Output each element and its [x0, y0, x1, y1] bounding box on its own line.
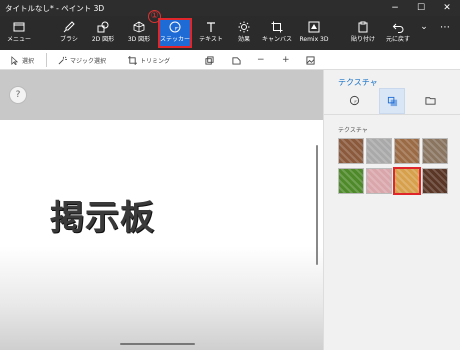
drawing-canvas[interactable]	[0, 120, 323, 350]
undo-button[interactable]: 元に戻す	[384, 18, 412, 48]
help-button[interactable]: ?	[9, 86, 27, 104]
ribbon-expand-icon[interactable]: ⌄	[419, 22, 429, 52]
sticker-button[interactable]: ステッカー	[158, 18, 192, 48]
view-toggle-button[interactable]	[232, 54, 241, 66]
remix-icon	[298, 21, 330, 35]
panel-title: テクスチャ	[338, 78, 378, 87]
shapes-2d-label: 2D 図形	[91, 36, 115, 43]
toolbar-divider	[46, 53, 47, 67]
more-options-icon[interactable]: ⋯	[436, 22, 454, 52]
shapes-3d-label: 3D 図形	[127, 36, 151, 43]
sticker-label: ステッカー	[160, 36, 191, 43]
view-icon	[232, 56, 241, 65]
texture-pebbles[interactable]	[422, 138, 448, 164]
texture-gravel[interactable]	[366, 138, 392, 164]
window-title: タイトルなし* - ペイント 3D	[5, 4, 105, 13]
marker-1: ①	[148, 10, 161, 23]
menu-label: メニュー	[6, 36, 31, 43]
select-label: 選択	[22, 57, 35, 65]
magic-select-icon	[58, 56, 67, 64]
title-bar: タイトルなし* - ペイント 3D − ☐ ✕	[0, 0, 460, 16]
tab-texture[interactable]	[379, 88, 405, 114]
effects-label: 効果	[237, 36, 250, 43]
sticker-panel: テクスチャ テクスチャ	[323, 70, 460, 350]
canvas-label: キャンバス	[262, 36, 293, 43]
history-icon	[205, 55, 214, 65]
toolbar: 選択 マジック選択 トリミング − +	[0, 50, 460, 70]
texture-dark-wood[interactable]	[422, 168, 448, 194]
canvas-area[interactable]: ? 掲示板	[0, 70, 323, 350]
close-button[interactable]: ✕	[434, 0, 460, 16]
shapes-2d-button[interactable]: 2D 図形	[88, 18, 118, 48]
minimize-button[interactable]: −	[382, 0, 408, 16]
effects-button[interactable]: 効果	[233, 18, 255, 48]
paste-button[interactable]: 貼り付け	[350, 18, 376, 48]
folder-icon	[424, 97, 436, 105]
tab-custom-sticker[interactable]	[417, 88, 443, 114]
history-button[interactable]	[205, 54, 214, 66]
crop-label: トリミング	[140, 57, 171, 65]
tab-sticker[interactable]	[341, 88, 367, 114]
canvas-icon	[262, 21, 292, 35]
canvas-background	[0, 70, 323, 120]
effects-icon	[233, 21, 255, 35]
text-label: テキスト	[199, 36, 223, 43]
brush-label: ブラシ	[60, 36, 78, 43]
undo-label: 元に戻す	[385, 36, 410, 43]
image-button[interactable]	[306, 54, 315, 66]
select-tool[interactable]: 選択	[10, 54, 34, 66]
menu-icon	[4, 21, 34, 35]
panel-divider	[324, 114, 460, 115]
maximize-button[interactable]: ☐	[408, 0, 434, 16]
shapes-2d-icon	[88, 21, 118, 35]
sticker-tab-icon	[349, 95, 359, 106]
crop-tool[interactable]: トリミング	[128, 54, 170, 66]
remix-3d-label: Remix 3D	[299, 36, 329, 43]
brush-icon	[56, 21, 82, 35]
shapes-3d-icon	[123, 21, 155, 35]
paste-icon	[350, 21, 376, 35]
sign-text[interactable]: 掲示板	[50, 190, 155, 239]
text-button[interactable]: テキスト	[197, 18, 225, 48]
texture-sand[interactable]	[393, 167, 421, 195]
texture-wood-bark[interactable]	[338, 138, 364, 164]
zoom-out-button[interactable]: −	[257, 54, 265, 66]
texture-tab-icon	[387, 96, 397, 107]
menu-button[interactable]: メニュー	[4, 18, 34, 48]
shapes-3d-button[interactable]: 3D 図形	[123, 18, 155, 48]
ribbon: メニュー ブラシ 2D 図形 3D 図形 ステッカー テキスト 効果 キャンバス…	[0, 16, 460, 50]
horizontal-scrollbar[interactable]	[120, 343, 195, 345]
cursor-icon	[11, 55, 19, 65]
canvas-button[interactable]: キャンバス	[262, 18, 292, 48]
texture-wood-grain[interactable]	[394, 138, 420, 164]
brush-button[interactable]: ブラシ	[56, 18, 82, 48]
texture-pink-marble[interactable]	[366, 168, 392, 194]
texture-section-label: テクスチャ	[338, 127, 368, 134]
remix-3d-button[interactable]: Remix 3D	[298, 18, 330, 48]
magic-select-tool[interactable]: マジック選択	[58, 54, 106, 66]
undo-icon	[384, 21, 412, 35]
texture-grass[interactable]	[338, 168, 364, 194]
image-icon	[306, 55, 315, 65]
zoom-in-button[interactable]: +	[282, 54, 290, 66]
magic-select-label: マジック選択	[70, 57, 107, 65]
sticker-icon	[160, 21, 190, 35]
vertical-scrollbar[interactable]	[316, 145, 318, 265]
text-icon	[197, 21, 225, 35]
paste-label: 貼り付け	[350, 36, 375, 43]
crop-icon	[128, 55, 137, 65]
